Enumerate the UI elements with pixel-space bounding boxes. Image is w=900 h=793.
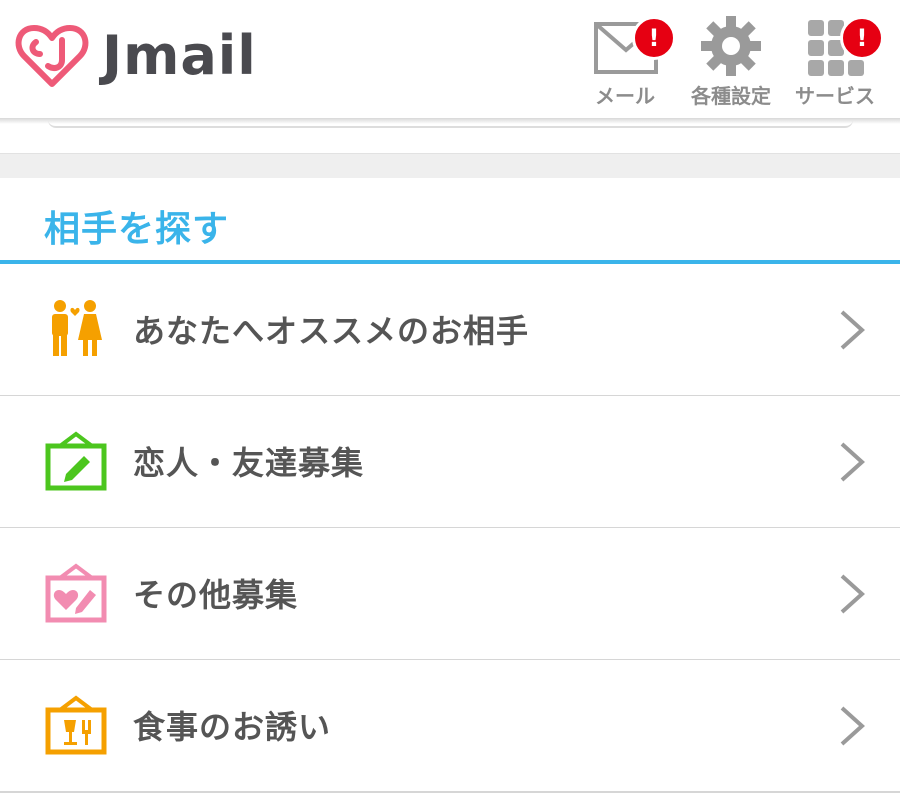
menu-item-partner-friend[interactable]: 恋人・友達募集 xyxy=(0,396,900,529)
settings-button[interactable]: 各種設定 xyxy=(686,12,776,112)
logo-text: Jmail xyxy=(102,24,257,87)
services-label: サービス xyxy=(795,84,875,108)
mail-button[interactable]: ! メール xyxy=(580,12,676,112)
green-board-icon xyxy=(45,431,107,491)
meal-board-icon xyxy=(45,695,107,755)
jmail-logo[interactable]: Jmail xyxy=(12,20,257,92)
section-gap xyxy=(0,153,900,178)
services-alert-badge: ! xyxy=(840,16,884,60)
services-button[interactable]: ! サービス xyxy=(790,12,884,112)
chevron-right-icon xyxy=(840,574,865,614)
menu-item-label: その他募集 xyxy=(133,576,299,614)
menu-item-label: 食事のお誘い xyxy=(133,708,332,746)
chevron-right-icon xyxy=(840,310,865,350)
chevron-right-icon xyxy=(840,442,865,482)
menu-item-meal[interactable]: 食事のお誘い xyxy=(0,660,900,793)
menu-item-other[interactable]: その他募集 xyxy=(0,528,900,661)
pink-board-icon xyxy=(45,563,107,623)
mail-alert-badge: ! xyxy=(632,16,676,60)
mail-label: メール xyxy=(595,84,655,108)
section-title: 相手を探す xyxy=(44,209,230,250)
jmail-logo-icon xyxy=(15,25,89,87)
previous-card-edge xyxy=(48,120,853,128)
couple-icon xyxy=(52,300,102,356)
menu-item-label: 恋人・友達募集 xyxy=(133,444,365,482)
settings-label: 各種設定 xyxy=(691,84,771,108)
chevron-right-icon xyxy=(840,706,865,746)
menu-item-recommended[interactable]: あなたへオススメのお相手 xyxy=(0,264,900,397)
menu-item-label: あなたへオススメのお相手 xyxy=(133,312,530,350)
gear-icon xyxy=(701,16,761,76)
app-header: Jmail ! メール 各種設定 ! サービス xyxy=(0,0,900,120)
